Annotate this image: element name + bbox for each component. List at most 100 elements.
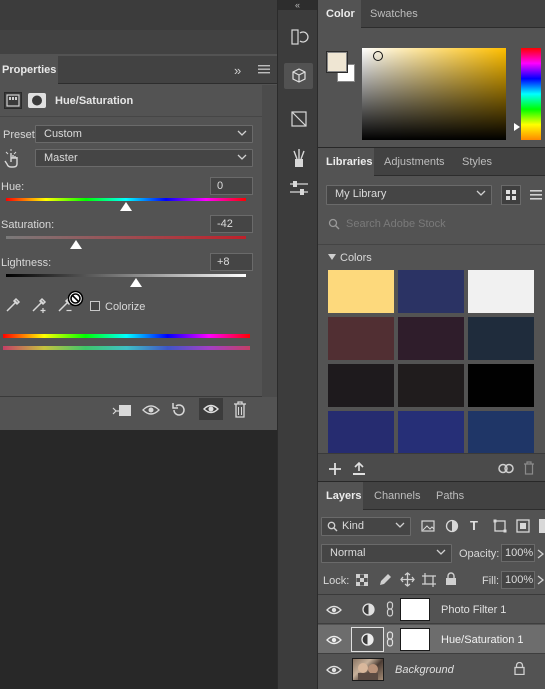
filter-kind-select[interactable]: Kind [321,517,411,536]
lock-transparent-pixels-icon[interactable] [356,574,368,586]
layer-row-hue-saturation[interactable]: Hue/Saturation 1 [318,625,545,654]
add-icon[interactable] [328,462,342,476]
background-layer-thumbnail[interactable] [352,658,384,681]
library-color-swatch[interactable] [398,317,464,360]
tab-channels[interactable]: Channels [366,482,428,510]
trash-icon[interactable] [233,401,247,418]
hue-strip-marker[interactable] [514,123,520,131]
adjustment-thumbnail-selected[interactable] [351,627,384,652]
eye-icon[interactable] [326,604,342,616]
collapse-arrows-icon[interactable]: » [234,63,241,78]
tab-adjustments[interactable]: Adjustments [376,148,453,176]
opacity-input[interactable]: 100% [501,544,535,562]
type-filter-icon[interactable]: T [470,518,478,533]
view-previous-state-icon[interactable] [141,402,161,418]
library-select[interactable]: My Library [326,185,492,205]
fill-input[interactable]: 100% [501,571,535,589]
3d-cube-icon[interactable] [284,63,313,89]
layer-mask-thumbnail[interactable] [400,598,430,621]
tab-properties[interactable]: Properties [0,56,58,84]
eyedropper-icon[interactable] [4,296,22,314]
saturation-slider-track[interactable] [6,236,246,239]
lock-all-icon[interactable] [445,572,457,586]
filter-kind-value: Kind [342,520,365,532]
layer-name[interactable]: Hue/Saturation 1 [441,634,524,646]
saturation-slider-thumb[interactable] [70,240,82,249]
eye-icon[interactable] [326,664,342,676]
clip-to-layer-icon[interactable] [112,402,132,418]
adjustment-filter-icon[interactable] [445,519,459,533]
library-color-swatch[interactable] [328,317,394,360]
lock-image-pixels-icon[interactable] [378,573,392,587]
filter-toggle[interactable] [539,519,545,533]
lightness-slider-thumb[interactable] [130,278,142,287]
stock-search-field[interactable]: Search Adobe Stock [326,214,545,234]
library-color-swatch[interactable] [468,317,534,360]
range-select[interactable]: Master [35,149,253,167]
lightness-slider-track[interactable] [6,274,246,277]
expand-dock-icon[interactable]: « [278,0,317,10]
link-icon[interactable] [386,631,394,647]
eyedropper-add-icon[interactable] [30,296,48,314]
lock-artboard-icon[interactable] [422,573,436,587]
picker-cursor[interactable] [373,51,383,61]
pixel-filter-icon[interactable] [421,520,435,532]
hue-strip[interactable] [514,48,541,140]
layer-row-photo-filter[interactable]: Photo Filter 1 [318,595,545,624]
grid-view-icon[interactable] [501,185,521,205]
tab-color[interactable]: Color [318,0,361,28]
tab-layers[interactable]: Layers [318,482,363,510]
shape-filter-icon[interactable] [493,519,507,533]
library-color-swatch[interactable] [398,364,464,407]
library-color-swatch[interactable] [328,364,394,407]
layer-row-background[interactable]: Background [318,655,545,684]
smart-object-filter-icon[interactable] [516,519,530,533]
hue-input[interactable]: 0 [210,177,253,195]
color-picker-field[interactable] [362,48,506,140]
panel-menu-icon[interactable] [258,64,270,74]
library-color-swatch[interactable] [328,270,394,313]
layer-mask-thumbnail[interactable] [400,628,430,651]
hue-slider-thumb[interactable] [120,202,132,211]
brushes-icon[interactable] [284,145,313,171]
library-color-swatch[interactable] [398,270,464,313]
targeted-adjustment-hand-icon[interactable] [3,149,23,169]
eye-icon[interactable] [326,634,342,646]
reset-icon[interactable] [170,402,188,418]
library-color-swatch[interactable] [468,411,534,454]
preset-select[interactable]: Custom [35,125,253,143]
adjustment-icon[interactable] [4,92,22,109]
creative-cloud-icon[interactable] [498,462,514,475]
toggle-visibility-button[interactable] [199,398,223,420]
history-icon[interactable] [284,24,313,50]
library-color-swatch[interactable] [328,411,394,454]
lock-position-icon[interactable] [400,572,415,587]
library-color-swatch[interactable] [468,364,534,407]
layer-name[interactable]: Photo Filter 1 [441,604,506,616]
lock-icon[interactable] [514,662,525,675]
adjust-sliders-icon[interactable] [284,175,313,201]
link-icon[interactable] [386,601,394,617]
lightness-input[interactable]: +8 [210,253,253,271]
paths-icon[interactable] [284,106,313,132]
chevron-right-icon[interactable] [537,574,545,586]
hue-slider-track[interactable] [6,198,246,201]
list-view-icon[interactable] [530,189,542,201]
layer-name[interactable]: Background [395,664,454,676]
tab-swatches[interactable]: Swatches [362,0,426,28]
saturation-input[interactable]: -42 [210,215,253,233]
trash-icon[interactable] [523,461,535,475]
mask-icon[interactable] [27,92,47,109]
tab-paths[interactable]: Paths [428,482,472,510]
upload-icon[interactable] [352,461,366,476]
colorize-checkbox[interactable] [90,301,100,311]
chevron-right-icon[interactable] [537,548,545,560]
collapse-triangle-icon[interactable] [328,254,336,260]
blend-mode-select[interactable]: Normal [321,544,452,563]
library-color-swatch[interactable] [468,270,534,313]
library-color-swatch[interactable] [398,411,464,454]
properties-scrollbar[interactable] [262,85,277,397]
foreground-color-swatch[interactable] [326,51,348,73]
tab-styles[interactable]: Styles [454,148,500,176]
tab-libraries[interactable]: Libraries [318,148,374,176]
